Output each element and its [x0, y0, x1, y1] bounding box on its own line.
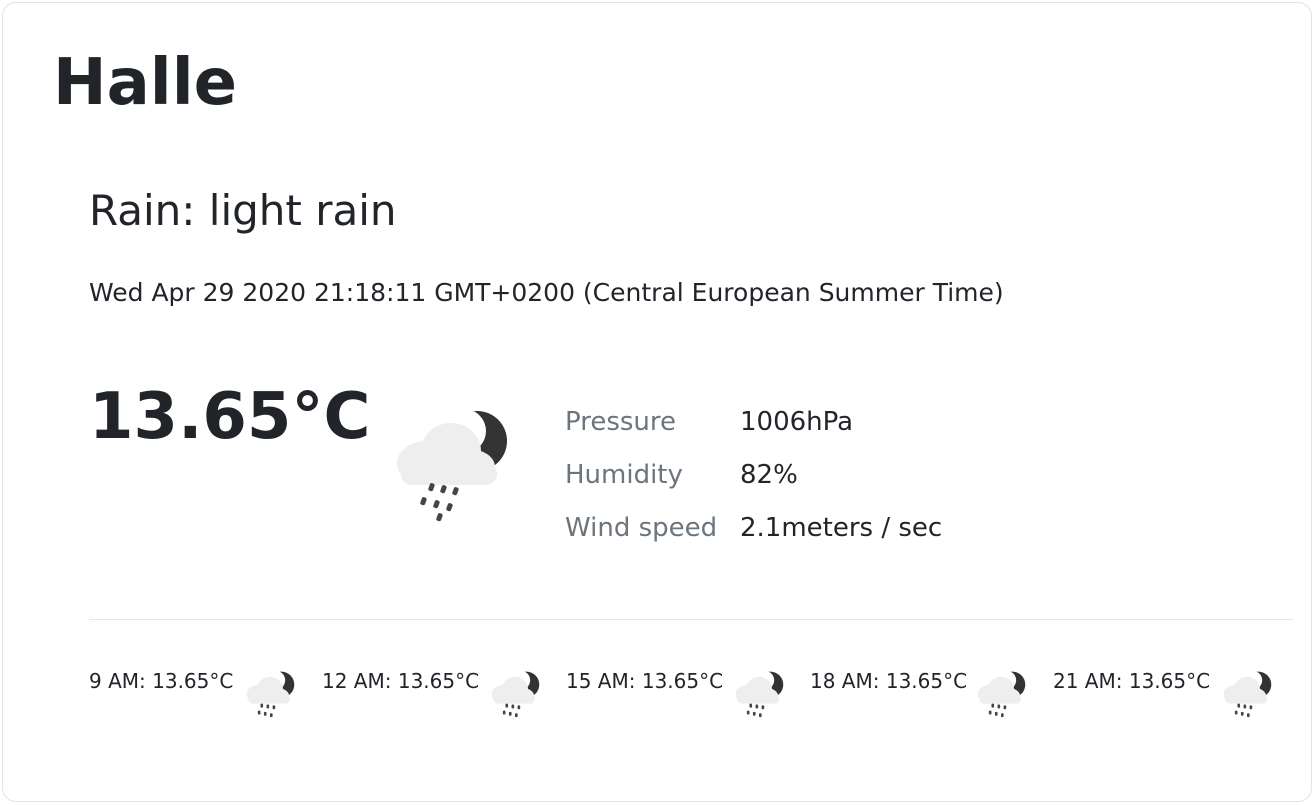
night-rain-icon: [977, 670, 1026, 718]
forecast-label: 9 AM: 13.65°C: [89, 669, 234, 693]
stat-label: Pressure: [565, 406, 677, 437]
hourly-forecast: 9 AM: 13.65°C 12 AM: 13.65°C 15 AM: 13.6…: [89, 667, 1304, 727]
forecast-label: 21 AM: 13.65°C: [1053, 669, 1211, 693]
forecast-item: 15 AM: 13.65°C: [566, 667, 806, 727]
forecast-item: 18 AM: 13.65°C: [810, 667, 1050, 727]
stat-value: 1006hPa: [740, 406, 854, 437]
stat-value: 2.1meters / sec: [740, 512, 943, 543]
weather-description: Rain: light rain: [89, 186, 397, 235]
stat-label: Humidity: [565, 459, 683, 490]
stat-label: Wind speed: [565, 512, 718, 543]
night-rain-icon: [735, 670, 784, 718]
city-title: Halle: [53, 46, 238, 120]
weather-stats-table: Pressure 1006hPa Humidity 82% Wind speed…: [565, 395, 942, 554]
night-rain-icon: [246, 670, 295, 718]
night-rain-icon: [491, 670, 540, 718]
forecast-label: 12 AM: 13.65°C: [322, 669, 480, 693]
forecast-label: 15 AM: 13.65°C: [566, 669, 724, 693]
stat-value: 82%: [740, 459, 798, 490]
weather-card: Halle Rain: light rain Wed Apr 29 2020 2…: [2, 2, 1312, 802]
night-rain-icon: [391, 405, 511, 525]
night-rain-icon: [1223, 670, 1272, 718]
forecast-item: 21 AM: 13.65°C: [1053, 667, 1293, 727]
stat-row-wind-speed: Wind speed 2.1meters / sec: [565, 501, 942, 554]
forecast-label: 18 AM: 13.65°C: [810, 669, 968, 693]
divider: [89, 619, 1293, 620]
current-temperature: 13.65°C: [89, 380, 371, 454]
stat-row-humidity: Humidity 82%: [565, 448, 942, 501]
current-datetime: Wed Apr 29 2020 21:18:11 GMT+0200 (Centr…: [89, 278, 1004, 307]
stat-row-pressure: Pressure 1006hPa: [565, 395, 942, 448]
forecast-item: 9 AM: 13.65°C: [89, 667, 329, 727]
forecast-item: 12 AM: 13.65°C: [322, 667, 562, 727]
